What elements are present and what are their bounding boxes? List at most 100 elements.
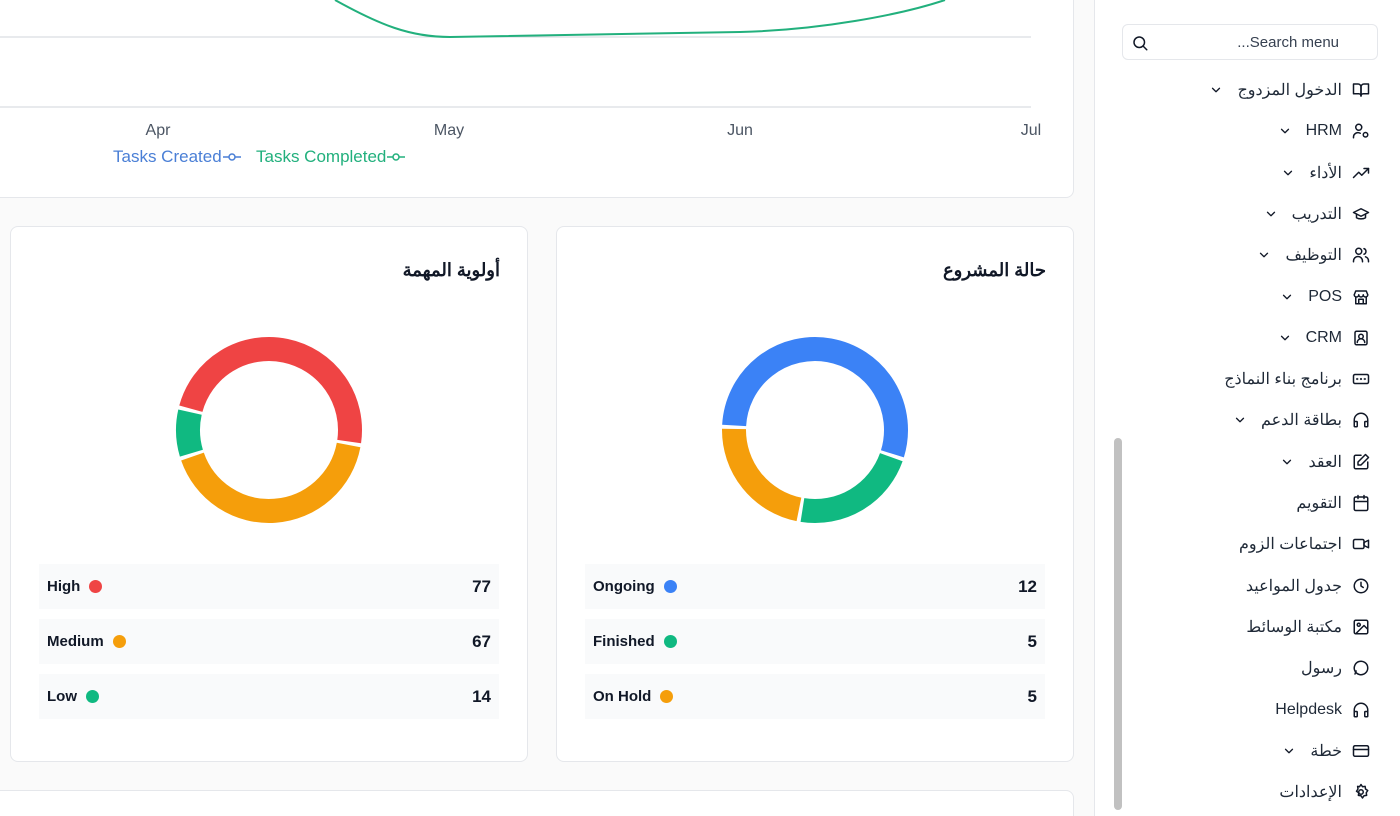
donut-slice-low[interactable] [176,409,204,457]
search-menu-input[interactable] [1131,33,1347,51]
sidebar-item-label: برنامج بناء النماذج [1224,371,1342,389]
sidebar-item[interactable]: العقد [1280,450,1370,474]
task-priority-card: أولوية المهمة High 77 Medium 67 Low 14 [10,226,528,762]
card-title: أولوية المهمة [402,260,500,280]
legend-value: 14 [472,686,491,706]
chevron-down-icon [1284,170,1293,175]
expand-toggle[interactable] [1280,455,1294,469]
sidebar-item[interactable]: مكتبة الوسائط [1246,615,1370,639]
card-title: حالة المشروع [942,260,1046,280]
scrollbar-thumb[interactable] [1114,438,1122,810]
legend-name: Finished [593,633,655,650]
sidebar-item-label: التقويم [1296,495,1342,512]
legend-tasks-created[interactable]: Tasks Created [113,147,241,167]
sidebar-item-label: خطة [1310,742,1342,760]
sidebar-item-label: الدخول المزدوج [1237,82,1342,99]
sidebar-item-label: العقد [1308,453,1342,471]
search-icon [1133,36,1148,51]
image-icon [1352,618,1370,636]
donut-slice-ongoing[interactable] [722,337,908,458]
graduation-cap-icon [1352,205,1370,223]
sidebar-item-label: Helpdesk [1275,700,1342,718]
expand-toggle[interactable] [1278,124,1292,138]
expand-toggle[interactable] [1281,166,1295,180]
legend-value: 67 [472,631,491,651]
sidebar-item[interactable]: الدخول المزدوج [1209,78,1370,102]
tasks-trend-chart [0,0,1031,108]
legend-line-marker-icon [387,153,406,161]
sidebar-item-label: التدريب [1291,205,1342,223]
sidebar-item-label: اجتماعات الزوم [1239,536,1342,554]
expand-toggle[interactable] [1282,744,1296,758]
sidebar-item[interactable]: التدريب [1264,202,1370,226]
legend-row-medium: Medium 67 [39,619,499,664]
legend-tasks-completed[interactable]: Tasks Completed [256,147,406,167]
task-priority-donut [176,337,362,523]
sidebar-item[interactable]: Helpdesk [1275,698,1370,722]
sidebar-item[interactable]: POS [1280,285,1370,309]
sidebar-item[interactable]: التوظيف [1257,243,1370,267]
headphones-icon [1352,411,1370,429]
expand-toggle[interactable] [1278,331,1292,345]
sidebar-item[interactable]: خطة [1282,739,1370,763]
sidebar-item[interactable]: رسول [1301,656,1370,680]
legend-dot [112,635,126,648]
donut-slice-medium[interactable] [181,442,361,523]
sidebar-item-label: CRM [1305,328,1342,346]
x-tick-label: Apr [145,122,171,139]
project-status-card: حالة المشروع Ongoing 12 Finished 5 On Ho… [556,226,1074,762]
expand-toggle[interactable] [1264,207,1278,221]
donut-slice-on-hold[interactable] [722,428,802,522]
next-card [0,790,1074,816]
legend-dot [663,635,677,648]
legend-name: On Hold [593,688,652,705]
sidebar-item-label: HRM [1305,122,1342,140]
donut-slice-high[interactable] [179,337,362,444]
legend-row-low: Low 14 [39,674,499,719]
users-icon [1352,246,1370,264]
sidebar-item-label: بطاقة الدعم [1260,412,1342,430]
settings-icon [1352,783,1370,801]
sidebar-item[interactable]: برنامج بناء النماذج [1224,367,1370,391]
chevron-down-icon [1212,87,1221,93]
legend-value: 5 [1027,631,1037,651]
sidebar: الدخول المزدوج HRM الأداء التدريب التوظيف POS… [1094,0,1400,816]
legend-row-finished: Finished 5 [585,619,1045,664]
sidebar-item-label: الإعدادات [1279,784,1342,802]
store-icon [1352,288,1370,306]
clock-icon [1352,577,1370,595]
donut-slice-finished[interactable] [800,452,903,523]
sidebar-item[interactable]: الأداء [1281,161,1370,185]
project-status-donut [722,337,908,523]
expand-toggle[interactable] [1209,83,1223,97]
legend-row-ongoing: Ongoing 12 [585,564,1045,609]
chevron-down-icon [1283,294,1292,299]
legend-dot [663,580,677,593]
x-tick-label: May [433,122,465,139]
expand-toggle[interactable] [1280,290,1294,304]
sidebar-item[interactable]: الإعدادات [1279,780,1370,804]
sidebar-item[interactable]: اجتماعات الزوم [1239,532,1370,556]
sidebar-item-label: الأداء [1309,164,1342,182]
edit-document-icon [1352,453,1370,471]
sidebar-item[interactable]: HRM [1278,119,1370,143]
legend-dot [89,580,103,593]
expand-toggle[interactable] [1257,248,1271,262]
sidebar-item[interactable]: CRM [1278,326,1370,350]
trending-up-icon [1352,164,1370,182]
message-circle-icon [1352,659,1370,677]
tasks-completed-line [334,0,946,39]
expand-toggle[interactable] [1233,413,1247,427]
sidebar-item-label: رسول [1300,660,1342,678]
sidebar-item[interactable]: التقويم [1296,491,1370,515]
calendar-icon [1352,494,1370,512]
legend-value: 77 [472,576,491,596]
legend-name: Low [47,688,77,705]
user-cog-icon [1352,122,1370,140]
legend-label: Tasks Completed [256,147,387,166]
sidebar-item[interactable]: بطاقة الدعم [1233,408,1370,432]
sidebar-item[interactable]: جدول المواعيد [1246,574,1370,598]
dashboard-main: Apr May Jun Jul Tasks Created Tasks Comp… [0,0,1094,816]
chevron-down-icon [1285,748,1294,754]
legend-row-high: High 77 [39,564,499,609]
